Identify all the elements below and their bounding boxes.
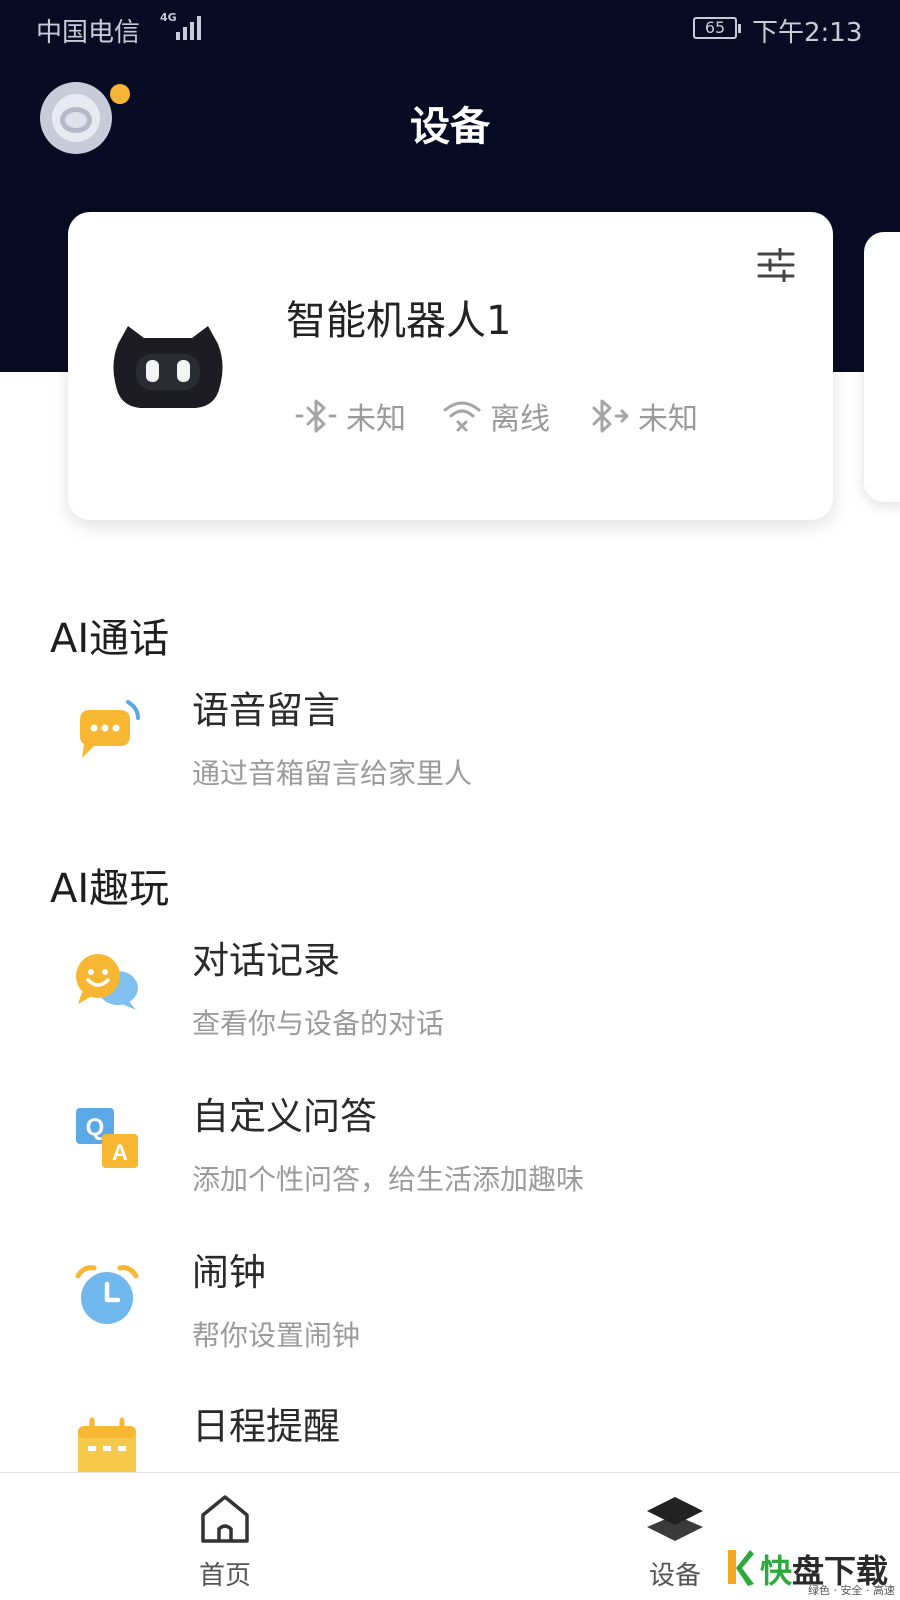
next-device-card-peek[interactable] [864,232,900,502]
status-bluetooth: 未知 [294,394,406,438]
carrier-name: 中国电信 [36,18,141,48]
voice-message-icon [80,700,140,758]
status-bar: 中国电信 4G 65 下午2:13 [0,0,900,58]
alarm-clock-icon [75,1265,139,1324]
watermark-kuai: 快 [760,1552,793,1590]
feature-subtitle: 查看你与设备的对话 [192,1007,445,1040]
feature-subtitle: 添加个性问答，给生活添加趣味 [192,1163,585,1196]
page-title: 设备 [410,104,490,150]
feature-alarm[interactable]: 闹钟 帮你设置闹钟 [0,1242,900,1372]
svg-text:Q: Q [86,1114,105,1141]
section-title-ai-fun: AI趣玩 [50,866,170,912]
nav-device[interactable]: 设备 [615,1493,735,1592]
watermark-tagline: 绿色 · 安全 · 高速 [808,1584,895,1597]
feature-title: 对话记录 [192,939,340,982]
bluetooth-icon [592,399,629,433]
watermark-logo: 快盘下载 绿色 · 安全 · 高速 [726,1546,896,1597]
feature-chat-history[interactable]: 对话记录 查看你与设备的对话 [0,930,900,1060]
status-bluetooth-2: 未知 [586,394,698,438]
clock: 下午2:13 [752,18,863,48]
nav-device-label: 设备 [648,1561,701,1591]
robot-icon [113,326,223,408]
nav-home[interactable]: 首页 [165,1493,285,1592]
home-icon [201,1495,249,1543]
watermark-k-icon [728,1550,754,1586]
device-layers-icon [647,1497,703,1541]
device-status-row: 未知 离线 未知 [294,394,734,438]
network-type: 4G [160,11,177,24]
status-wifi: 离线 [442,394,550,438]
bluetooth-icon [295,399,337,433]
feature-voice-message[interactable]: 语音留言 通过音箱留言给家里人 [0,680,900,810]
feature-title: 日程提醒 [192,1405,340,1448]
battery-icon: 65 [693,17,741,39]
feature-subtitle: 帮你设置闹钟 [192,1319,361,1352]
feature-subtitle: 通过音箱留言给家里人 [192,757,473,790]
chat-history-icon [76,954,138,1010]
section-title-ai-call: AI通话 [50,616,170,662]
wifi-status-label: 离线 [490,402,550,437]
device-name: 智能机器人1 [286,298,512,344]
feature-title: 自定义问答 [192,1095,377,1138]
feature-title: 语音留言 [192,689,340,732]
qa-icon: Q A [76,1108,138,1168]
svg-text:A: A [112,1140,128,1165]
nav-home-label: 首页 [198,1561,251,1591]
wifi-off-icon [443,401,481,432]
device-card[interactable]: 智能机器人1 未知 离线 未知 [68,212,833,520]
feature-title: 闹钟 [192,1251,266,1294]
bluetooth-status-label: 未知 [346,402,406,437]
signal-icon [176,14,201,40]
settings-sliders-icon[interactable] [756,248,796,282]
feature-custom-qa[interactable]: Q A 自定义问答 添加个性问答，给生活添加趣味 [0,1086,900,1216]
bluetooth-status-label-2: 未知 [638,402,698,437]
